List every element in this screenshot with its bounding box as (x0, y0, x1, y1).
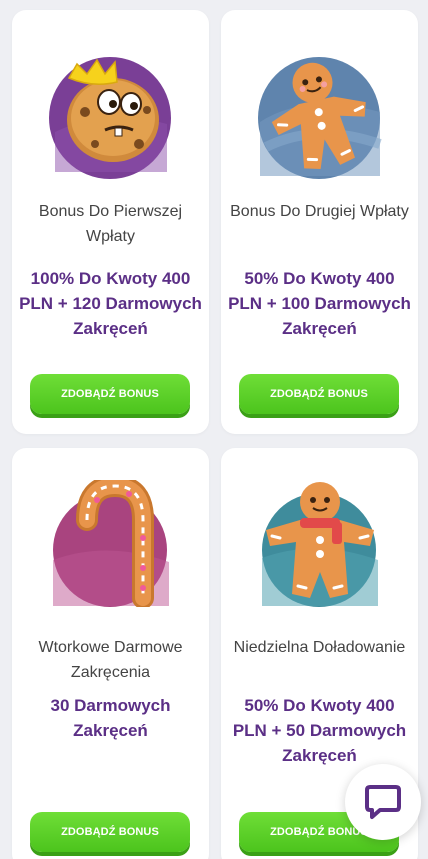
bonus-title: Wtorkowe Darmowe Zakręcenia (38, 639, 183, 681)
bonus-card-second-deposit: Bonus Do Drugiej Wpłaty 50% Do Kwoty 400… (221, 10, 418, 434)
bonus-title: Bonus Do Drugiej Wpłaty (230, 203, 409, 220)
crowned-cookie-icon (49, 57, 171, 179)
get-bonus-button[interactable]: ZDOBĄDŹ BONUS (239, 374, 399, 414)
gingerbread-scarf-icon (262, 482, 378, 607)
bonus-title: Niedzielna Doładowanie (233, 639, 406, 656)
chat-bubble-icon (365, 785, 401, 819)
bonus-offer: 100% Do Kwoty 400 PLN + 120 Darmowych Za… (19, 269, 202, 338)
bonus-offer: 30 Darmowych Zakręceń (50, 696, 171, 740)
chat-button[interactable] (345, 764, 421, 840)
get-bonus-button[interactable]: ZDOBĄDŹ BONUS (30, 374, 190, 414)
gingerbread-man-icon (258, 57, 382, 179)
bonus-offer: 50% Do Kwoty 400 PLN + 100 Darmowych Zak… (228, 269, 411, 338)
bonus-title: Bonus Do Pierwszej Wpłaty (38, 203, 183, 245)
candy-cane-icon (53, 480, 169, 607)
bonus-card-tuesday-free-spins: Wtorkowe Darmowe Zakręcenia 30 Darmowych… (12, 448, 209, 859)
bonus-offer: 50% Do Kwoty 400 PLN + 50 Darmowych Zakr… (232, 696, 407, 765)
get-bonus-button[interactable]: ZDOBĄDŹ BONUS (30, 812, 190, 852)
bonus-card-first-deposit: Bonus Do Pierwszej Wpłaty 100% Do Kwoty … (12, 10, 209, 434)
